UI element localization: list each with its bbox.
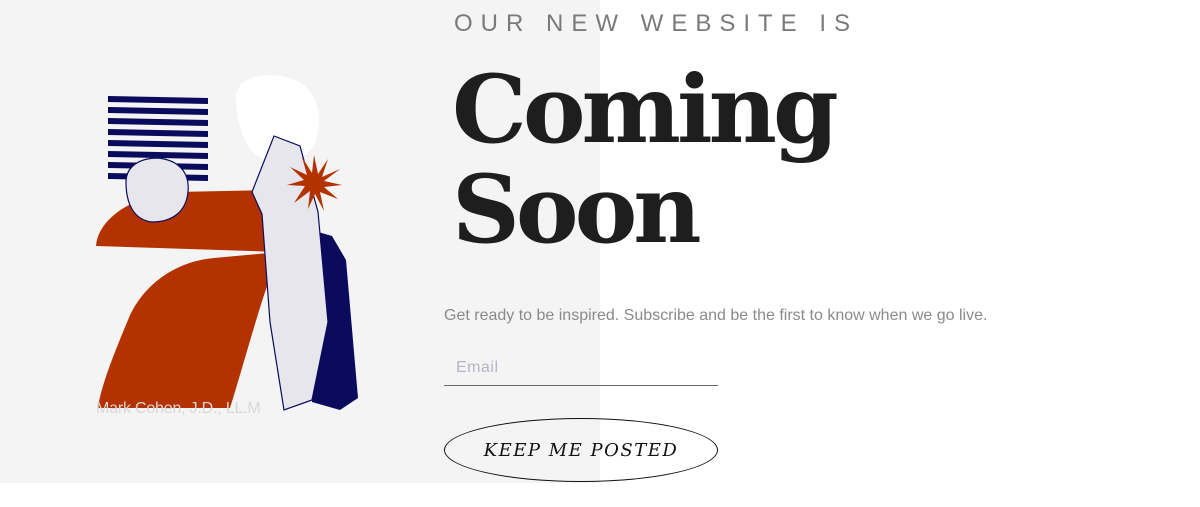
- keep-me-posted-button[interactable]: KEEP ME POSTED: [444, 418, 718, 482]
- gray-circle-shape: [125, 157, 189, 223]
- rust-seven-shape: [96, 190, 280, 408]
- headline-line-1: Coming: [452, 55, 839, 165]
- email-input[interactable]: [444, 350, 718, 386]
- headline-line-2: Soon: [452, 155, 702, 265]
- hero-kicker: OUR NEW WEBSITE IS: [454, 10, 859, 37]
- hero-subtext: Get ready to be inspired. Subscribe and …: [444, 307, 988, 324]
- artist-signature: Mark Cohen, J.D., LL.M: [96, 400, 261, 417]
- hero-headline: Coming Soon: [452, 55, 839, 265]
